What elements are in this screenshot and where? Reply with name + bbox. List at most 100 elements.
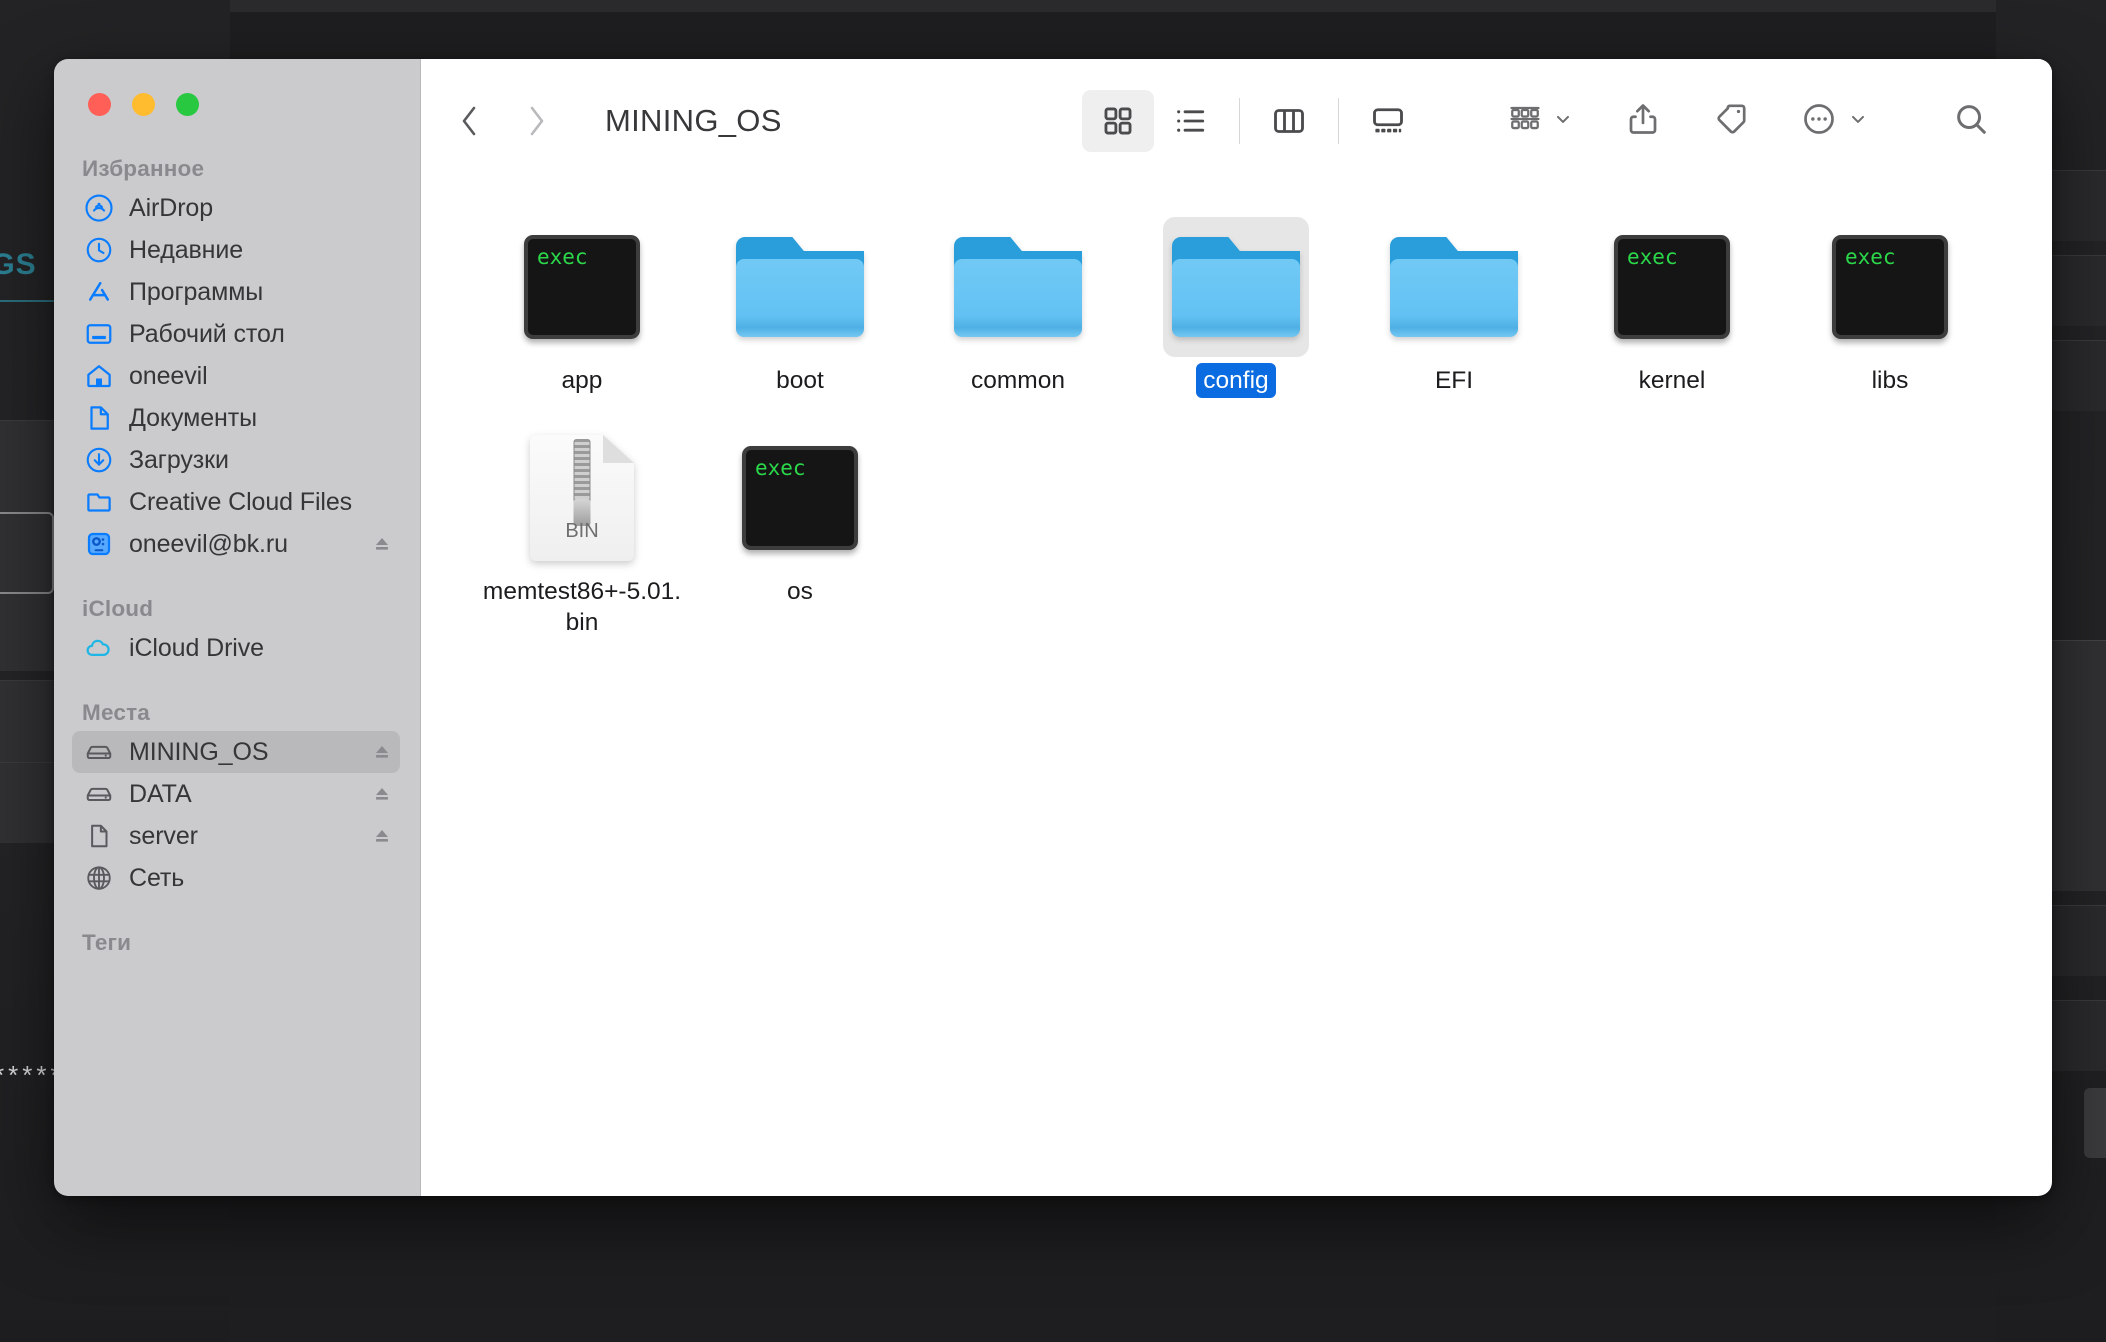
icon-holder: BIN xyxy=(509,428,655,568)
folder-front xyxy=(954,259,1082,337)
sidebar-item-desktop[interactable]: Рабочий стол xyxy=(72,313,400,355)
maximize-button[interactable] xyxy=(176,93,199,116)
drive-icon xyxy=(82,735,116,769)
sidebar-item-oneevil-bk-ru[interactable]: oneevil@bk.ru xyxy=(72,523,400,565)
file-item-libs[interactable]: exec libs xyxy=(1781,217,1999,398)
sidebar-item-downloads[interactable]: Загрузки xyxy=(72,439,400,481)
sidebar-item-creative-cloud-files[interactable]: Creative Cloud Files xyxy=(72,481,400,523)
file-label: config xyxy=(1196,363,1275,398)
search-button[interactable] xyxy=(1952,90,1990,152)
sidebar-item-mining-os[interactable]: MINING_OS xyxy=(72,731,400,773)
exec-badge-label: exec xyxy=(1845,245,1896,269)
file-label: boot xyxy=(769,363,831,398)
sidebar: Избранное AirDrop Недавние xyxy=(54,59,421,1196)
icon-holder: exec xyxy=(727,428,873,568)
tag-icon xyxy=(1713,101,1749,142)
forward-button[interactable] xyxy=(517,99,557,143)
tab-view-columns[interactable] xyxy=(1253,90,1325,152)
sidebar-item-label: Загрузки xyxy=(129,446,229,475)
sidebar-section-tags-title: Теги xyxy=(54,925,420,961)
tab-view-icons[interactable] xyxy=(1082,90,1154,152)
tab-view-gallery[interactable] xyxy=(1352,90,1424,152)
chevron-down-icon xyxy=(1848,109,1868,134)
eject-icon[interactable] xyxy=(372,826,392,846)
airdrop-device-icon xyxy=(82,527,116,561)
icon-holder xyxy=(1381,217,1527,357)
sidebar-item-server[interactable]: server xyxy=(72,815,400,857)
background-menu-bar xyxy=(0,0,2106,12)
background-app-title: TINGS xyxy=(0,248,37,282)
file-item-memtest[interactable]: BIN memtest86+-5.01.bin xyxy=(473,428,691,640)
file-label: kernel xyxy=(1632,363,1713,398)
file-item-boot[interactable]: boot xyxy=(691,217,909,398)
sidebar-item-applications[interactable]: Программы xyxy=(72,271,400,313)
icon-holder xyxy=(1163,217,1309,357)
file-label: EFI xyxy=(1428,363,1480,398)
sidebar-item-recents[interactable]: Недавние xyxy=(72,229,400,271)
traffic-light-group xyxy=(88,93,199,116)
toolbar: MINING_OS xyxy=(421,59,2052,183)
sidebar-section-places-title: Места xyxy=(54,695,420,731)
file-item-common[interactable]: common xyxy=(909,217,1127,398)
eject-icon[interactable] xyxy=(372,784,392,804)
folder-front xyxy=(1172,259,1300,337)
home-icon xyxy=(82,359,116,393)
sidebar-item-documents[interactable]: Документы xyxy=(72,397,400,439)
more-actions-button[interactable] xyxy=(1801,90,1868,152)
sidebar-item-label: Creative Cloud Files xyxy=(129,488,352,517)
sidebar-item-network[interactable]: Сеть xyxy=(72,857,400,899)
bin-badge-label: BIN xyxy=(530,520,634,543)
sidebar-item-home[interactable]: oneevil xyxy=(72,355,400,397)
sidebar-scroll-area[interactable]: Избранное AirDrop Недавние xyxy=(54,151,420,1196)
sidebar-item-label: server xyxy=(129,822,198,851)
exec-icon: exec xyxy=(1832,235,1948,339)
sidebar-item-airdrop[interactable]: AirDrop xyxy=(72,187,400,229)
eject-icon[interactable] xyxy=(372,534,392,554)
cloud-icon xyxy=(82,631,116,665)
file-item-config[interactable]: config xyxy=(1127,217,1345,398)
folder-front xyxy=(736,259,864,337)
finder-window: Избранное AirDrop Недавние xyxy=(54,59,2052,1196)
tag-button[interactable] xyxy=(1713,90,1749,152)
sidebar-item-label: oneevil xyxy=(129,362,208,391)
globe-icon xyxy=(82,861,116,895)
ellipsis-circle-icon xyxy=(1801,101,1837,142)
file-item-os[interactable]: exec os xyxy=(691,428,909,640)
archive-fold xyxy=(603,435,634,463)
sidebar-item-label: oneevil@bk.ru xyxy=(129,530,288,559)
toolbar-separator-2 xyxy=(1338,98,1339,144)
sidebar-item-label: iCloud Drive xyxy=(129,634,264,663)
icon-holder: exec xyxy=(1817,217,1963,357)
file-item-app[interactable]: exec app xyxy=(473,217,691,398)
back-button[interactable] xyxy=(449,99,489,143)
tab-view-list[interactable] xyxy=(1154,90,1226,152)
view-mode-group xyxy=(1082,90,1424,152)
file-grid[interactable]: exec app boot xyxy=(421,183,2052,1196)
file-label: app xyxy=(555,363,610,398)
sidebar-section-favorites-title: Избранное xyxy=(54,151,420,187)
share-icon xyxy=(1625,101,1661,142)
file-item-kernel[interactable]: exec kernel xyxy=(1563,217,1781,398)
folder-icon xyxy=(1390,237,1518,337)
minimize-button[interactable] xyxy=(132,93,155,116)
eject-icon[interactable] xyxy=(372,742,392,762)
exec-icon: exec xyxy=(742,446,858,550)
toolbar-separator-1 xyxy=(1239,98,1240,144)
document-icon xyxy=(82,401,116,435)
sidebar-section-icloud-title: iCloud xyxy=(54,591,420,627)
document-icon xyxy=(82,819,116,853)
sidebar-item-icloud-drive[interactable]: iCloud Drive xyxy=(72,627,400,669)
share-button[interactable] xyxy=(1625,90,1661,152)
exec-badge-label: exec xyxy=(1627,245,1678,269)
sidebar-item-data[interactable]: DATA xyxy=(72,773,400,815)
folder-icon xyxy=(1172,237,1300,337)
file-item-efi[interactable]: EFI xyxy=(1345,217,1563,398)
exec-badge-label: exec xyxy=(537,245,588,269)
icon-holder xyxy=(945,217,1091,357)
group-by-button[interactable] xyxy=(1508,90,1573,152)
close-button[interactable] xyxy=(88,93,111,116)
file-label: os xyxy=(780,574,820,609)
icon-holder xyxy=(727,217,873,357)
icon-holder: exec xyxy=(509,217,655,357)
clock-icon xyxy=(82,233,116,267)
